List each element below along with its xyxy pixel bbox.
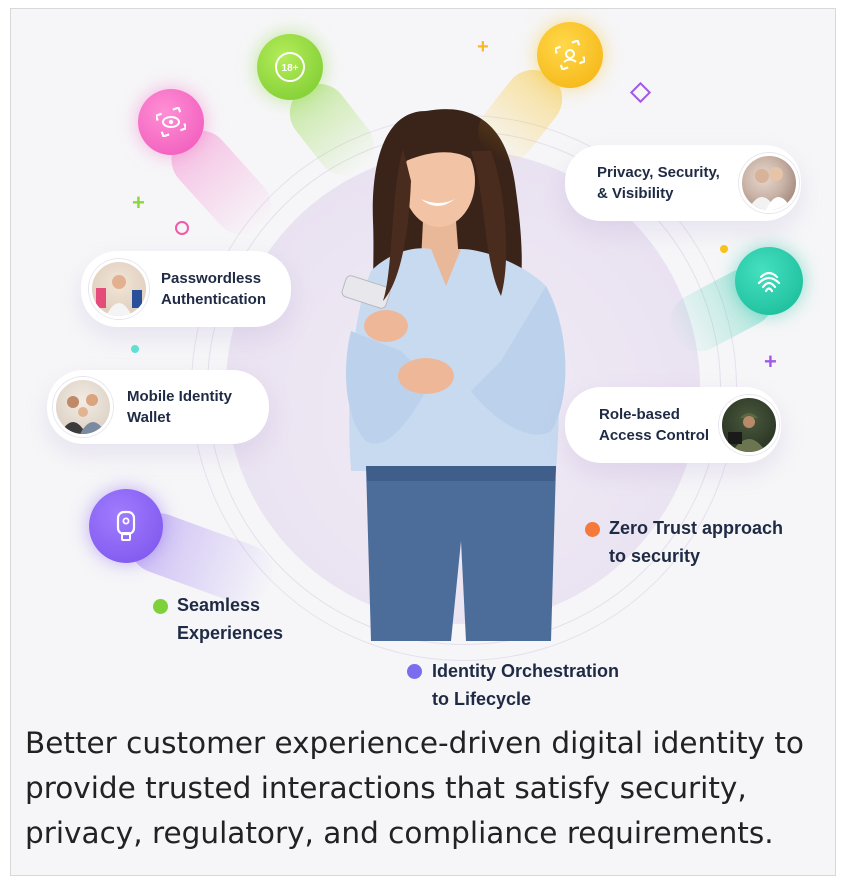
orchestration-dot <box>407 664 422 679</box>
ring-icon <box>175 221 189 235</box>
svg-text:18+: 18+ <box>282 63 299 74</box>
fingerprint-badge <box>735 247 803 315</box>
label-orchestration-line1: Identity Orchestration <box>432 661 620 681</box>
eye-scan-icon <box>156 107 186 137</box>
fingerprint-icon <box>757 271 781 293</box>
face-scan-icon <box>555 40 585 70</box>
plus-icon: + <box>477 36 489 58</box>
diamond-icon <box>629 81 652 104</box>
zero-trust-dot <box>585 522 600 537</box>
label-seamless-line1: Seamless <box>177 595 261 615</box>
age-18-icon: 18+ <box>275 52 305 82</box>
card-privacy-line2: & Visibility <box>597 185 674 202</box>
label-zero-trust-line1: Zero Trust approach <box>609 518 784 538</box>
security-key-badge <box>89 489 163 563</box>
plus-icon: + <box>764 349 777 374</box>
card-wallet-line2: Wallet <box>127 409 171 426</box>
family-avatar <box>53 377 113 437</box>
card-role-line2: Access Control <box>599 427 710 444</box>
age-verification-badge: 18+ <box>257 34 323 100</box>
face-scan-badge <box>537 22 603 88</box>
label-seamless-line2: Experiences <box>177 623 284 643</box>
plus-icon: + <box>132 190 145 215</box>
card-wallet-line1: Mobile Identity <box>127 388 232 405</box>
card-role-line1: Role-based <box>599 406 680 423</box>
caption-text: Better customer experience-driven digita… <box>25 726 804 850</box>
label-zero-trust: Zero Trust approach to security <box>609 514 783 570</box>
label-zero-trust-line2: to security <box>609 546 701 566</box>
card-passwordless-line2: Authentication <box>161 291 266 308</box>
card-mobile-wallet: Mobile Identity Wallet <box>47 370 269 444</box>
label-seamless: Seamless Experiences <box>177 591 283 647</box>
label-orchestration-line2: to Lifecycle <box>432 689 532 709</box>
label-orchestration: Identity Orchestration to Lifecycle <box>432 657 619 713</box>
image-frame: 18+ Privacy, Security, & Visibility Pass… <box>10 8 836 876</box>
doctor-patient-avatar <box>739 153 799 213</box>
soldier-avatar <box>719 395 779 455</box>
identity-infographic: 18+ Privacy, Security, & Visibility Pass… <box>11 9 835 717</box>
card-privacy-security: Privacy, Security, & Visibility <box>565 145 801 221</box>
dot-icon <box>131 345 139 353</box>
card-passwordless: Passwordless Authentication <box>81 251 291 327</box>
eye-scan-badge <box>138 89 204 155</box>
card-privacy-line1: Privacy, Security, <box>597 164 720 181</box>
card-passwordless-line1: Passwordless <box>161 270 262 287</box>
dot-icon <box>720 245 728 253</box>
seamless-dot <box>153 599 168 614</box>
card-role-based: Role-based Access Control <box>565 387 781 463</box>
security-key-icon <box>116 510 136 541</box>
shopper-avatar <box>89 259 149 319</box>
